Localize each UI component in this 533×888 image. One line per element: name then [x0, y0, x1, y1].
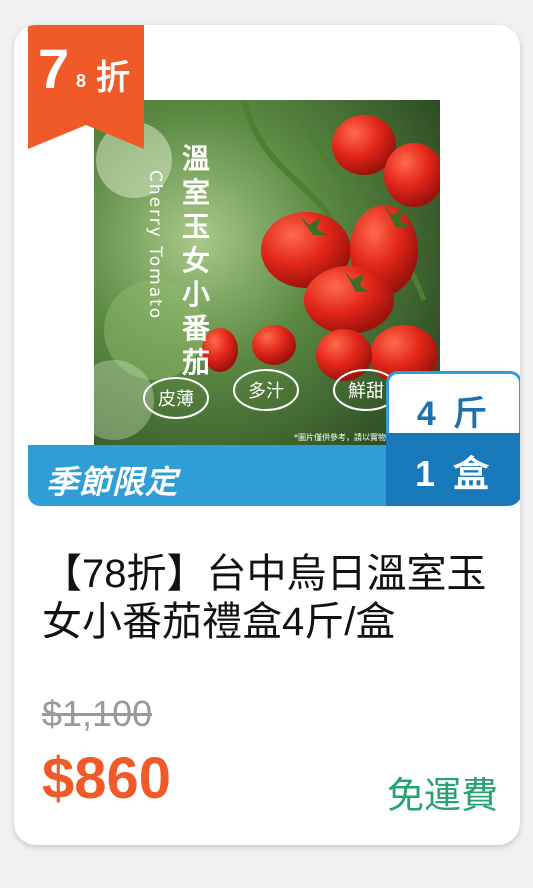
discount-badge: 7 8 折 — [28, 25, 144, 149]
sale-price: $860 — [42, 746, 172, 811]
discount-badge-unit: 折 — [96, 59, 130, 97]
spec-weight-box: 4 斤 — [386, 371, 520, 436]
svg-text:鮮甜: 鮮甜 — [348, 381, 384, 402]
original-price: $1,100 — [42, 693, 153, 734]
discount-badge-number: 7 — [38, 37, 70, 100]
svg-text:多汁: 多汁 — [248, 381, 284, 402]
spec-box: 4 斤 1 盒 — [386, 371, 520, 506]
product-title[interactable]: 【78折】台中烏日溫室玉女小番茄禮盒4斤/盒 — [42, 550, 492, 646]
season-limited-bar: 季節限定 — [28, 445, 414, 506]
spec-weight: 4 斤 — [416, 395, 492, 433]
free-shipping-label: 免運費 — [387, 775, 498, 816]
spec-unit-box: 1 盒 — [386, 433, 520, 506]
discount-badge-small: 8 — [76, 71, 87, 91]
product-card[interactable]: 溫室玉女小番茄 Cherry Tomato 皮薄 多汁 鮮甜 *圖片僅供參考，請… — [14, 25, 520, 845]
image-vertical-en: Cherry Tomato — [145, 170, 165, 320]
season-limited-label: 季節限定 — [46, 464, 179, 500]
spec-unit: 1 盒 — [414, 453, 494, 494]
image-vertical-title: 溫室玉女小番茄 — [182, 142, 211, 379]
svg-text:皮薄: 皮薄 — [158, 389, 194, 410]
